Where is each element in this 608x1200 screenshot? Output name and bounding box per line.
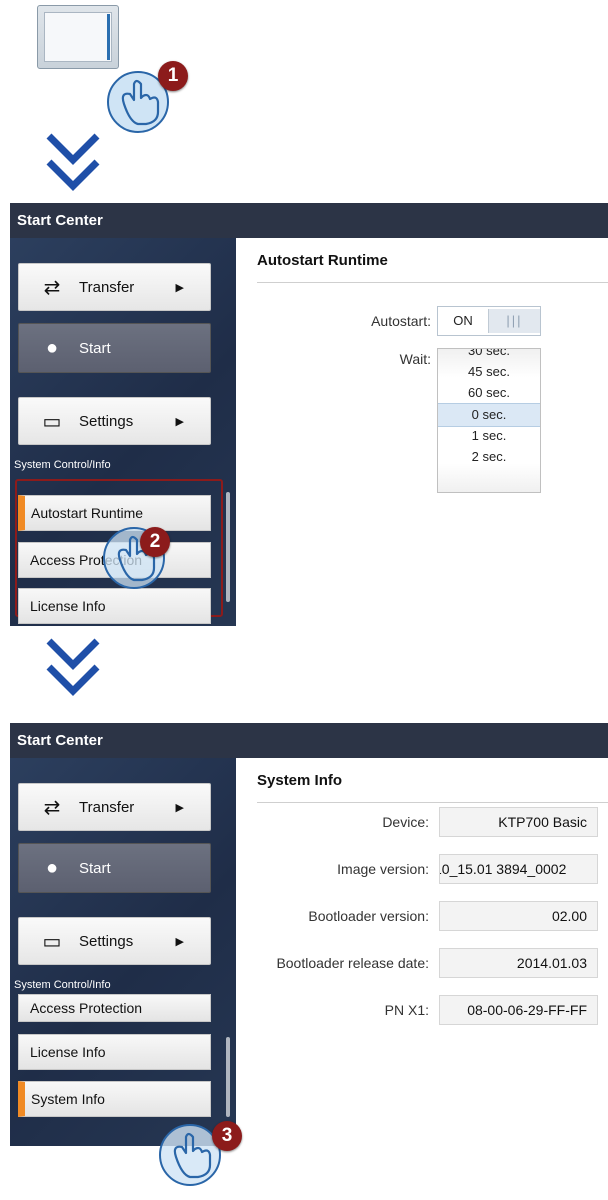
transfer-button[interactable]: ⇄ Transfer ▶	[18, 263, 211, 311]
autostart-label: Autostart:	[371, 313, 431, 329]
toggle-on-text: ON	[453, 313, 473, 328]
play-icon: ●	[45, 336, 59, 359]
settings-label: Settings	[79, 412, 134, 430]
wait-time-list[interactable]: 30 sec. 45 sec. 60 sec. 0 sec. 1 sec. 2 …	[437, 348, 541, 493]
device-screen-bar	[107, 14, 110, 60]
start-button[interactable]: ● Start	[18, 843, 211, 893]
transfer-label: Transfer	[79, 278, 135, 296]
autostart-toggle[interactable]: ON |||	[437, 306, 541, 336]
sidebar-item-license-info[interactable]: License Info	[18, 1034, 211, 1070]
start-center-panel-system-info: Start Center ⇄ Transfer ▶ ● Start ▭ Sett…	[10, 723, 608, 1146]
section-label: System Control/Info	[14, 459, 111, 471]
sidebar: ⇄ Transfer ▶ ● Start ▭ Settings ▶ System…	[10, 758, 236, 1146]
page-title: System Info	[257, 772, 343, 789]
sidebar-item-access-protection[interactable]: Access Protection	[18, 994, 211, 1022]
info-value-bootloader-release-date: 2014.01.03	[439, 948, 598, 978]
info-label-bootloader-release-date: Bootloader release date:	[276, 955, 429, 971]
info-value-image-version: 10_15.01 3894_0002	[439, 854, 598, 884]
step-badge-1: 1	[158, 61, 188, 91]
expand-arrow-icon: ▶	[175, 415, 184, 428]
info-value-pn-x1: 08-00-06-29-FF-FF	[439, 995, 598, 1025]
wait-option[interactable]: 2 sec.	[438, 446, 540, 468]
settings-window-icon: ▭	[42, 410, 62, 433]
wait-option[interactable]: 45 sec.	[438, 361, 540, 383]
play-icon: ●	[45, 856, 59, 879]
window-title: Start Center	[10, 203, 608, 238]
settings-button[interactable]: ▭ Settings ▶	[18, 917, 211, 965]
wait-label: Wait:	[399, 351, 431, 367]
content-area: Autostart Runtime	[236, 238, 608, 626]
transfer-button[interactable]: ⇄ Transfer ▶	[18, 783, 211, 831]
wait-option[interactable]: 60 sec.	[438, 382, 540, 404]
info-label-bootloader-version: Bootloader version:	[308, 908, 429, 924]
wait-option-selected[interactable]: 0 sec.	[438, 403, 540, 427]
sidebar-scrollbar[interactable]	[226, 492, 230, 602]
double-chevron-down-icon	[46, 133, 100, 191]
window-title: Start Center	[10, 723, 608, 758]
step-badge-3: 3	[212, 1121, 242, 1151]
expand-arrow-icon: ▶	[175, 935, 184, 948]
wait-option[interactable]: 30 sec.	[438, 349, 540, 362]
section-label: System Control/Info	[14, 979, 111, 991]
start-label: Start	[79, 339, 111, 357]
transfer-arrows-icon: ⇄	[43, 276, 61, 299]
transfer-label: Transfer	[79, 798, 135, 816]
device-thumbnail[interactable]	[37, 5, 119, 69]
settings-label: Settings	[79, 932, 134, 950]
info-label-image-version: Image version:	[337, 861, 429, 877]
settings-window-icon: ▭	[42, 930, 62, 953]
toggle-knob: |||	[488, 309, 540, 333]
settings-button[interactable]: ▭ Settings ▶	[18, 397, 211, 445]
info-label-device: Device:	[382, 814, 429, 830]
step-badge-2: 2	[140, 527, 170, 557]
info-value-bootloader-version: 02.00	[439, 901, 598, 931]
device-screen	[44, 12, 112, 62]
info-value-device: KTP700 Basic	[439, 807, 598, 837]
expand-arrow-icon: ▶	[175, 801, 184, 814]
wait-option[interactable]: 1 sec.	[438, 425, 540, 447]
page-title: Autostart Runtime	[257, 252, 388, 269]
sidebar-scrollbar[interactable]	[226, 1037, 230, 1117]
info-label-pn-x1: PN X1:	[384, 1002, 429, 1018]
sidebar-item-system-info[interactable]: System Info	[18, 1081, 211, 1117]
transfer-arrows-icon: ⇄	[43, 796, 61, 819]
double-chevron-down-icon	[46, 638, 100, 696]
title-divider	[257, 802, 608, 803]
start-label: Start	[79, 859, 111, 877]
title-divider	[257, 282, 608, 283]
expand-arrow-icon: ▶	[175, 281, 184, 294]
start-button[interactable]: ● Start	[18, 323, 211, 373]
